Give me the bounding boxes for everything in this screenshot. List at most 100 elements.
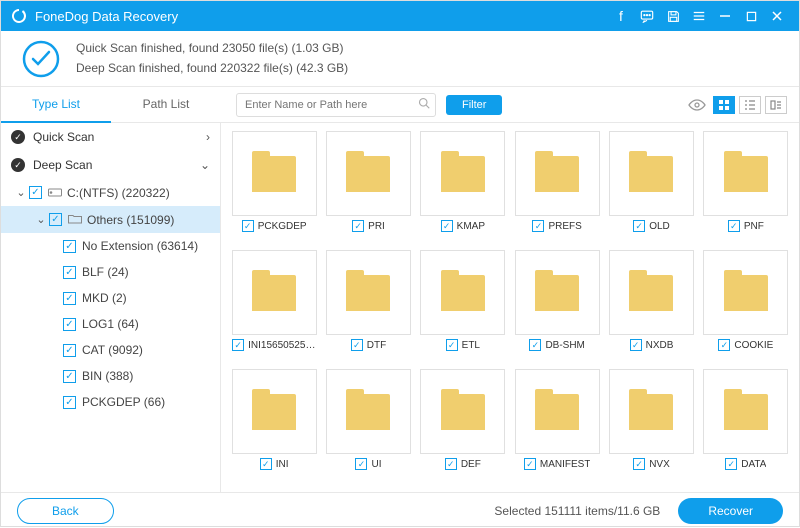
checkbox[interactable] (232, 339, 244, 351)
filter-button[interactable]: Filter (446, 95, 502, 115)
chevron-right-icon: › (206, 130, 210, 144)
grid-item[interactable]: DB-SHM (512, 250, 602, 365)
checkbox[interactable] (260, 458, 272, 470)
checkbox[interactable] (441, 220, 453, 232)
tree-label: MKD (2) (82, 291, 127, 305)
grid-item[interactable]: PCKGDEP (229, 131, 319, 246)
maximize-icon[interactable] (739, 4, 763, 28)
close-icon[interactable] (765, 4, 789, 28)
folder-thumb (420, 369, 505, 454)
collapse-icon[interactable]: ⌄ (35, 213, 47, 226)
checkbox[interactable] (725, 458, 737, 470)
grid-item-label: PRI (368, 221, 385, 232)
checkbox[interactable] (63, 240, 76, 253)
checkbox[interactable] (633, 220, 645, 232)
checkbox[interactable] (445, 458, 457, 470)
grid-item[interactable]: DEF (418, 369, 508, 484)
checkbox[interactable] (532, 220, 544, 232)
tree-label: BLF (24) (82, 265, 129, 279)
checkbox[interactable] (524, 458, 536, 470)
collapse-icon[interactable]: ⌄ (15, 186, 27, 199)
checkbox[interactable] (63, 370, 76, 383)
preview-toggle-icon[interactable] (685, 96, 709, 114)
folder-thumb (703, 250, 788, 335)
minimize-icon[interactable] (713, 4, 737, 28)
app-logo-icon (11, 8, 27, 24)
grid-item[interactable]: COOKIE (701, 250, 791, 365)
grid-item[interactable]: ETL (418, 250, 508, 365)
checkbox[interactable] (630, 339, 642, 351)
titlebar: FoneDog Data Recovery f (1, 1, 799, 31)
sidebar-label: Quick Scan (33, 130, 94, 144)
tree-item[interactable]: LOG1 (64) (1, 311, 220, 337)
sidebar-group-deep-scan[interactable]: Deep Scan ⌄ (1, 151, 220, 179)
folder-icon (724, 275, 768, 311)
grid-item[interactable]: NVX (606, 369, 696, 484)
grid-item[interactable]: PRI (323, 131, 413, 246)
grid-item[interactable]: UI (323, 369, 413, 484)
grid-item[interactable]: NXDB (606, 250, 696, 365)
recover-button[interactable]: Recover (678, 498, 783, 524)
view-grid-icon[interactable] (713, 96, 735, 114)
checkbox[interactable] (242, 220, 254, 232)
tree-label: C:(NTFS) (220322) (67, 186, 170, 200)
checkbox[interactable] (728, 220, 740, 232)
grid-item[interactable]: PREFS (512, 131, 602, 246)
tree-drive[interactable]: ⌄ C:(NTFS) (220322) (1, 179, 220, 206)
checkbox[interactable] (49, 213, 62, 226)
save-icon[interactable] (661, 4, 685, 28)
grid-item[interactable]: DATA (701, 369, 791, 484)
checkbox[interactable] (63, 266, 76, 279)
search-icon[interactable] (418, 97, 430, 112)
grid-item[interactable]: KMAP (418, 131, 508, 246)
quick-scan-status: Quick Scan finished, found 23050 file(s)… (76, 39, 348, 58)
checkbox[interactable] (355, 458, 367, 470)
back-button[interactable]: Back (17, 498, 114, 524)
tab-type-list[interactable]: Type List (1, 87, 111, 123)
checkbox[interactable] (446, 339, 458, 351)
folder-icon (346, 275, 390, 311)
view-list-icon[interactable] (739, 96, 761, 114)
file-grid: PCKGDEP PRI KMAPPREFSOLD PNF INI1565052569DT… (221, 123, 799, 492)
checkbox[interactable] (63, 318, 76, 331)
checkbox[interactable] (63, 344, 76, 357)
folder-thumb (232, 250, 317, 335)
view-detail-icon[interactable] (765, 96, 787, 114)
grid-item[interactable]: OLD (606, 131, 696, 246)
folder-thumb (609, 250, 694, 335)
grid-item[interactable]: INI1565052569 (229, 250, 319, 365)
tree-item[interactable]: CAT (9092) (1, 337, 220, 363)
tree-item[interactable]: PCKGDEP (66) (1, 389, 220, 415)
checkbox[interactable] (29, 186, 42, 199)
folder-thumb (515, 131, 600, 216)
grid-item[interactable]: INI (229, 369, 319, 484)
tab-path-list[interactable]: Path List (111, 87, 221, 123)
checkbox[interactable] (352, 220, 364, 232)
checkbox[interactable] (351, 339, 363, 351)
grid-item[interactable]: DTF (323, 250, 413, 365)
tree-label: BIN (388) (82, 369, 133, 383)
grid-item-label: PNF (744, 221, 764, 232)
grid-item[interactable]: PNF (701, 131, 791, 246)
feedback-icon[interactable] (635, 4, 659, 28)
folder-icon (441, 394, 485, 430)
sidebar-group-quick-scan[interactable]: Quick Scan › (1, 123, 220, 151)
tree-item[interactable]: BIN (388) (1, 363, 220, 389)
checkbox[interactable] (529, 339, 541, 351)
tree-item[interactable]: BLF (24) (1, 259, 220, 285)
grid-item[interactable]: MANIFEST (512, 369, 602, 484)
tree-item[interactable]: No Extension (63614) (1, 233, 220, 259)
facebook-icon[interactable]: f (609, 4, 633, 28)
menu-icon[interactable] (687, 4, 711, 28)
folder-icon (535, 394, 579, 430)
grid-item-label: NXDB (646, 340, 674, 351)
search-input[interactable] (236, 93, 436, 117)
checkbox[interactable] (718, 339, 730, 351)
checkbox[interactable] (63, 292, 76, 305)
checkbox[interactable] (633, 458, 645, 470)
folder-icon (441, 156, 485, 192)
checkbox[interactable] (63, 396, 76, 409)
tree-item[interactable]: MKD (2) (1, 285, 220, 311)
tree-others[interactable]: ⌄ Others (151099) (1, 206, 220, 233)
grid-item-label: COOKIE (734, 340, 773, 351)
